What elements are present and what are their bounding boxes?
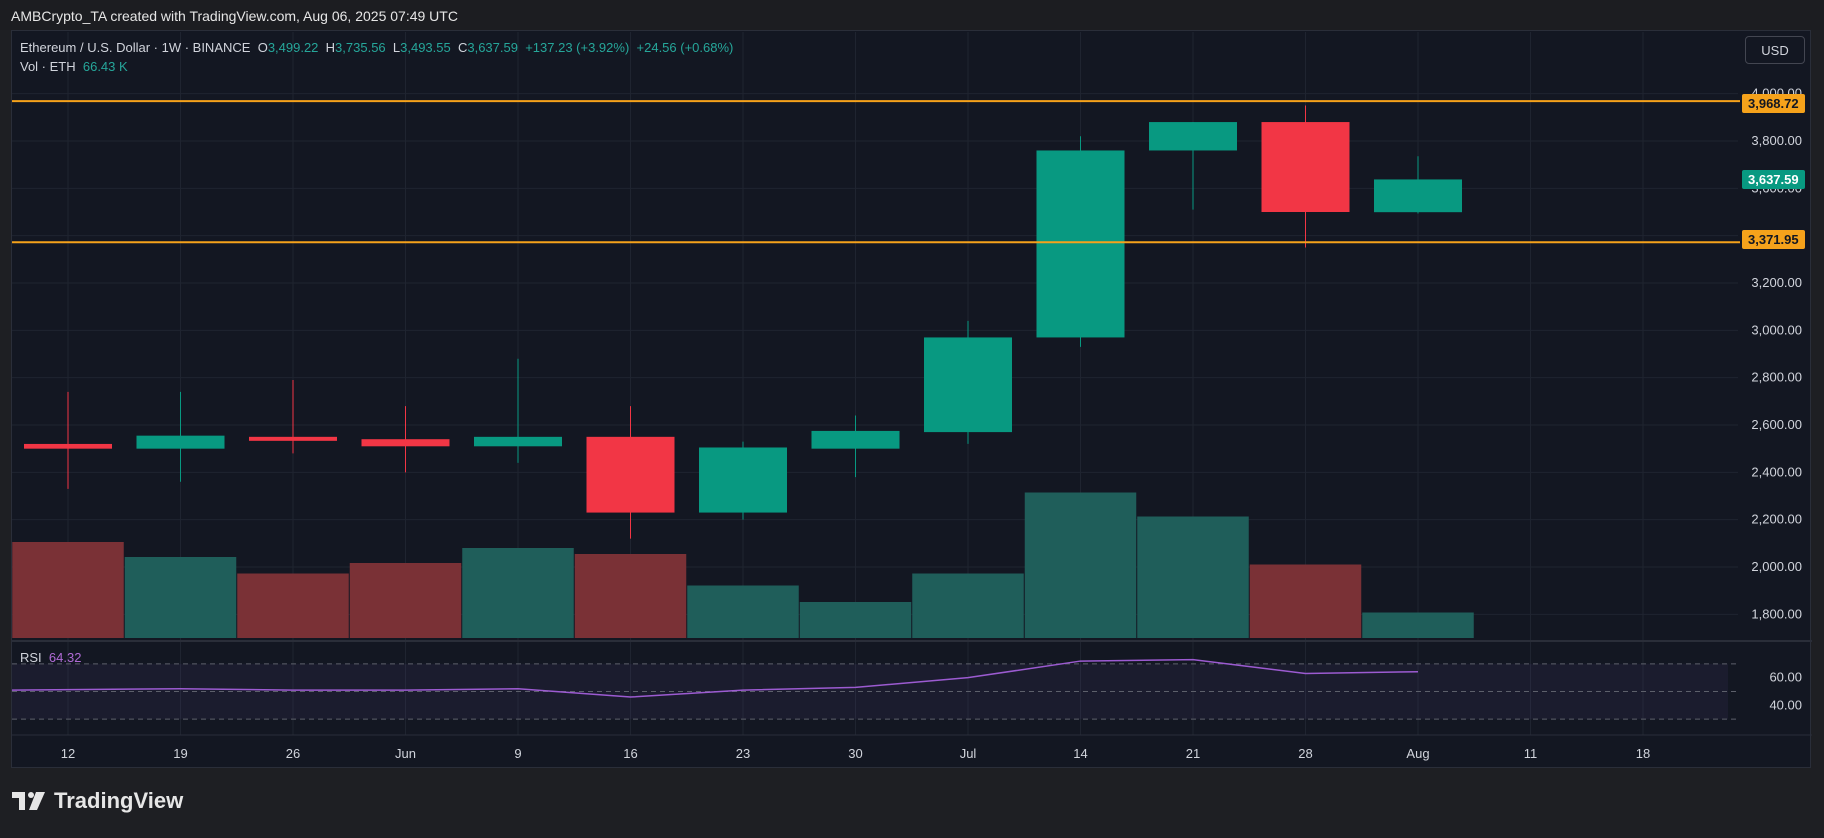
candle-body xyxy=(474,436,562,447)
volume-bar xyxy=(799,602,912,638)
resistance-price-tag: 3,968.72 xyxy=(1742,94,1805,113)
candle-body xyxy=(586,436,675,513)
price-axis: 4,000.003,800.003,600.003,400.003,200.00… xyxy=(1751,86,1802,622)
change-value: +137.23 (+3.92%) xyxy=(525,40,630,55)
candle xyxy=(474,358,562,463)
time-axis: 12 19 26 Jun 9 16 23 30 Jul 14 21 28 Aug 11 18 xyxy=(61,746,1650,761)
candle xyxy=(1261,105,1350,248)
candle-body xyxy=(24,443,112,449)
support-price-tag: 3,371.95 xyxy=(1742,230,1805,249)
chart-canvas[interactable]: 4,000.003,800.003,600.003,400.003,200.00… xyxy=(0,0,1824,838)
time-tick-label: 23 xyxy=(736,746,750,761)
candle-body xyxy=(1261,122,1350,212)
tradingview-logo[interactable]: TradingView xyxy=(12,788,183,814)
volume-bar xyxy=(1249,564,1362,638)
price-tick-label: 3,200.00 xyxy=(1751,275,1802,290)
high-label: H xyxy=(325,40,336,55)
symbol-legend: Ethereum / U.S. Dollar · 1W · BINANCE O3… xyxy=(20,40,733,55)
time-tick-label: 14 xyxy=(1073,746,1087,761)
candle-body xyxy=(136,435,225,449)
rsi-value: 64.32 xyxy=(48,650,82,665)
price-tick-label: 2,000.00 xyxy=(1751,559,1802,574)
candle xyxy=(586,406,675,539)
price-tick-label: 3,000.00 xyxy=(1751,322,1802,337)
rsi-pane: 60.00 40.00 xyxy=(11,658,1802,720)
time-tick-label: 9 xyxy=(514,746,521,761)
price-tick-label: 2,800.00 xyxy=(1751,370,1802,385)
candle-body xyxy=(924,337,1012,433)
open-value: 3,499.22 xyxy=(267,40,319,55)
rsi-tick-label: 60.00 xyxy=(1769,670,1802,685)
candle xyxy=(361,406,450,473)
volume-bar xyxy=(349,563,462,638)
volume-bar xyxy=(462,548,574,638)
candle-body xyxy=(361,439,450,447)
candle xyxy=(24,391,112,489)
time-tick-label: Aug xyxy=(1406,746,1429,761)
volume-bar xyxy=(574,554,687,638)
candle xyxy=(1374,156,1462,214)
time-tick-label: 21 xyxy=(1186,746,1200,761)
volume-bar xyxy=(1137,516,1249,638)
time-tick-label: Jul xyxy=(960,746,977,761)
rsi-label: RSI xyxy=(20,650,42,665)
volume-bar xyxy=(912,573,1024,638)
tradingview-brand-text: TradingView xyxy=(54,788,184,813)
candle-body xyxy=(699,447,787,513)
currency-button[interactable]: USD xyxy=(1745,36,1805,64)
candle-body xyxy=(1374,179,1462,213)
candle-body xyxy=(249,436,337,441)
price-tick-label: 3,800.00 xyxy=(1751,133,1802,148)
volume-bar xyxy=(1024,492,1137,638)
volume-bar xyxy=(687,585,799,638)
rsi-tick-label: 40.00 xyxy=(1769,697,1802,712)
last-price-tag: 3,637.59 xyxy=(1742,170,1805,189)
close-value: 3,637.59 xyxy=(467,40,518,55)
volume-bar xyxy=(237,573,349,638)
volume-bar xyxy=(1362,612,1474,638)
price-tick-label: 1,800.00 xyxy=(1751,606,1802,621)
time-tick-label: 19 xyxy=(173,746,187,761)
candle xyxy=(1149,122,1237,210)
time-tick-label: 11 xyxy=(1524,746,1538,761)
volume-bar xyxy=(12,542,124,638)
candle-body xyxy=(811,430,900,449)
price-tick-label: 2,600.00 xyxy=(1751,417,1802,432)
open-label: O xyxy=(257,40,268,55)
change-value-2: +24.56 (+0.68%) xyxy=(636,40,734,55)
price-tick-label: 2,400.00 xyxy=(1751,464,1802,479)
volume-value: 66.43 K xyxy=(82,59,128,74)
time-tick-label: 18 xyxy=(1636,746,1650,761)
candle-body xyxy=(1036,150,1125,338)
time-tick-label: 28 xyxy=(1298,746,1312,761)
candle xyxy=(699,441,787,520)
candle-body xyxy=(1149,122,1237,151)
candle xyxy=(249,380,337,454)
volume-bar xyxy=(124,557,237,638)
tradingview-logo-icon xyxy=(12,790,46,812)
time-tick-label: 26 xyxy=(286,746,300,761)
volume-legend: Vol · ETH 66.43 K xyxy=(20,59,128,74)
time-tick-label: 16 xyxy=(623,746,637,761)
price-tick-label: 2,200.00 xyxy=(1751,512,1802,527)
low-value: 3,493.55 xyxy=(400,40,451,55)
close-label: C xyxy=(457,40,468,55)
symbol-title: Ethereum / U.S. Dollar · 1W · BINANCE xyxy=(20,40,251,55)
high-value: 3,735.56 xyxy=(335,40,386,55)
candle xyxy=(924,320,1012,444)
time-tick-label: 12 xyxy=(61,746,75,761)
rsi-legend: RSI 64.32 xyxy=(20,650,81,665)
time-tick-label: 30 xyxy=(848,746,862,761)
volume-label: Vol · ETH xyxy=(20,59,76,74)
time-tick-label: Jun xyxy=(395,746,416,761)
candle xyxy=(136,391,225,482)
